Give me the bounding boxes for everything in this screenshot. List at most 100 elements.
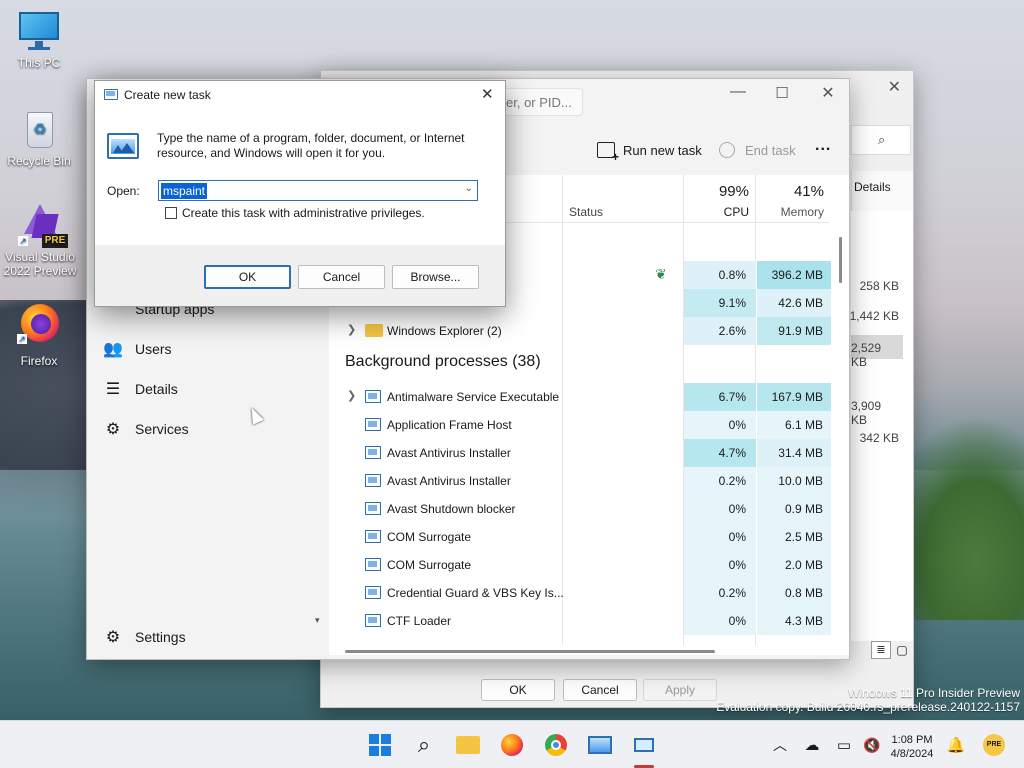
cpu-cell: 0.8% (684, 261, 756, 289)
chevron-down-icon[interactable]: ⌄ (465, 183, 473, 194)
admin-checkbox[interactable] (165, 207, 177, 219)
table-row[interactable]: ❯ Antimalware Service Executable 6.7% 16… (329, 383, 849, 411)
visual-studio-icon: PRE ↗ (18, 204, 68, 248)
sidebar: Startup apps 👥 Users ☰ Details ⚙ Service… (87, 279, 327, 659)
memory-cell: 91.9 MB (757, 317, 831, 345)
table-row[interactable]: Application Frame Host 0% 6.1 MB (329, 411, 849, 439)
watermark-line: Windows 11 Pro Insider Preview (848, 686, 1020, 700)
apply-button[interactable]: Apply (643, 679, 717, 701)
firefox-taskbar-icon[interactable] (498, 731, 526, 759)
close-icon[interactable]: ✕ (888, 77, 901, 97)
process-icon (365, 474, 381, 487)
taskbar: ⌕ ︿ ☁ ▭ 🔇 1:08 PM 4/8/2024 🔔 PRE (0, 720, 1024, 768)
volume-muted-icon[interactable]: 🔇 (858, 731, 886, 759)
desktop-icon-visual-studio[interactable]: PRE ↗ Visual Studio 2022 Preview (1, 204, 79, 278)
table-row[interactable]: CTF Loader 0% 4.3 MB (329, 607, 849, 635)
process-icon (365, 418, 381, 431)
expand-chevron-icon[interactable]: ❯ (347, 323, 356, 336)
splitter-handle[interactable]: ▾ (315, 615, 320, 626)
section-header-background: Background processes (38) (345, 353, 541, 370)
monitor-icon (17, 10, 61, 54)
desktop-icon-firefox[interactable]: ↗ Firefox (1, 302, 77, 368)
network-icon[interactable]: ☁ (798, 731, 826, 759)
horizontal-scrollbar[interactable] (345, 650, 715, 653)
column-header-status[interactable]: Status (569, 205, 603, 219)
sidebar-item-label: Users (135, 341, 172, 357)
run-new-task-label: Run new task (623, 142, 702, 158)
cpu-total: 99% (718, 183, 749, 200)
size-cell: 81,442 KB (842, 309, 899, 323)
table-row[interactable]: Avast Antivirus Installer 4.7% 31.4 MB (329, 439, 849, 467)
clock-time: 1:08 PM (891, 734, 933, 746)
more-options-icon[interactable]: ... (815, 137, 831, 155)
close-icon[interactable]: ✕ (481, 85, 494, 103)
desktop-icon-recycle-bin[interactable]: ♻ Recycle Bin (1, 108, 77, 168)
process-rows: ❦ 0.8% 396.2 MB 9.1% 42.6 MB ❯ Windows E… (329, 261, 849, 641)
task-manager-taskbar-icon[interactable] (586, 731, 614, 759)
run-app-icon (104, 89, 118, 100)
users-icon: 👥 (103, 341, 123, 358)
table-row[interactable]: Avast Antivirus Installer 0.2% 10.0 MB (329, 467, 849, 495)
size-cell: 3,909 KB (851, 399, 882, 427)
list-view-icon[interactable]: ≣ (871, 641, 891, 659)
memory-cell: 2.0 MB (757, 551, 831, 579)
memory-cell: 2.5 MB (757, 523, 831, 551)
end-task-button[interactable]: End task (719, 139, 796, 161)
sidebar-item-services[interactable]: ⚙ Services (87, 409, 317, 449)
open-combobox[interactable]: mspaint ⌄ (158, 180, 478, 201)
process-name: CTF Loader (387, 614, 452, 628)
tile-view-icon[interactable]: ▢ (893, 641, 911, 659)
chevron-up-icon[interactable]: ︿ (766, 731, 794, 759)
process-name: Antimalware Service Executable (387, 390, 560, 404)
file-explorer-icon[interactable] (454, 731, 482, 759)
table-row[interactable]: ❯ Windows Explorer (2) 2.6% 91.9 MB (329, 317, 849, 345)
desktop-icon-this-pc[interactable]: This PC (1, 10, 77, 70)
run-taskbar-icon[interactable] (630, 731, 658, 759)
cancel-button[interactable]: Cancel (563, 679, 637, 701)
size-cell: 342 KB (859, 431, 899, 445)
cpu-cell: 0% (684, 411, 756, 439)
search-icon-container[interactable]: ⌕ (851, 125, 911, 155)
process-name: Application Frame Host (387, 418, 512, 432)
process-icon (365, 390, 381, 403)
table-row[interactable]: COM Surrogate 0% 2.5 MB (329, 523, 849, 551)
cpu-cell: 2.6% (684, 317, 756, 345)
start-windows-icon[interactable] (366, 731, 394, 759)
process-name: COM Surrogate (387, 530, 472, 544)
details-list-icon: ☰ (105, 381, 121, 398)
display-icon[interactable]: ▭ (830, 731, 858, 759)
insider-badge-icon[interactable]: PRE (980, 731, 1008, 759)
cancel-button[interactable]: Cancel (298, 265, 385, 289)
watermark-line: Evaluation copy. Build 26040.rs_prerelea… (716, 700, 1020, 714)
sidebar-item-details[interactable]: ☰ Details (87, 369, 317, 409)
table-row[interactable]: COM Surrogate 0% 2.0 MB (329, 551, 849, 579)
table-row[interactable]: Avast Shutdown blocker 0% 0.9 MB (329, 495, 849, 523)
ok-button[interactable]: OK (204, 265, 291, 289)
sidebar-item-settings[interactable]: ⚙ Settings (87, 617, 317, 657)
details-size-column: 258 KB 81,442 KB 2,529 KB 3,909 KB 342 K… (843, 211, 913, 641)
sidebar-item-users[interactable]: 👥 Users (87, 329, 317, 369)
open-input[interactable]: mspaint (161, 183, 208, 199)
close-icon[interactable]: ✕ (817, 83, 839, 103)
search-icon[interactable]: ⌕ (410, 731, 438, 759)
maximize-icon[interactable]: ☐ (771, 84, 793, 102)
table-row[interactable]: Credential Guard & VBS Key Is... 0.2% 0.… (329, 579, 849, 607)
expand-chevron-icon[interactable]: ❯ (347, 389, 356, 402)
run-new-task-button[interactable]: + Run new task (587, 139, 702, 163)
minimize-icon[interactable]: — (727, 83, 749, 101)
notification-bell-icon[interactable]: 🔔 (942, 731, 970, 759)
search-input[interactable]: er, or PID... (497, 88, 583, 116)
tab-details[interactable]: Details (851, 171, 913, 211)
size-cell: 258 KB (859, 279, 899, 293)
process-icon (365, 502, 381, 515)
ok-button[interactable]: OK (481, 679, 555, 701)
memory-cell: 0.8 MB (757, 579, 831, 607)
column-header-memory[interactable]: Memory (759, 205, 824, 219)
process-icon (365, 530, 381, 543)
browse-button[interactable]: Browse... (392, 265, 479, 289)
recycle-bin-icon: ♻ (17, 108, 61, 152)
clock[interactable]: 1:08 PM 4/8/2024 (888, 733, 936, 761)
column-header-cpu[interactable]: CPU (699, 205, 749, 219)
chrome-icon[interactable] (542, 731, 570, 759)
cpu-cell: 0% (684, 607, 756, 635)
